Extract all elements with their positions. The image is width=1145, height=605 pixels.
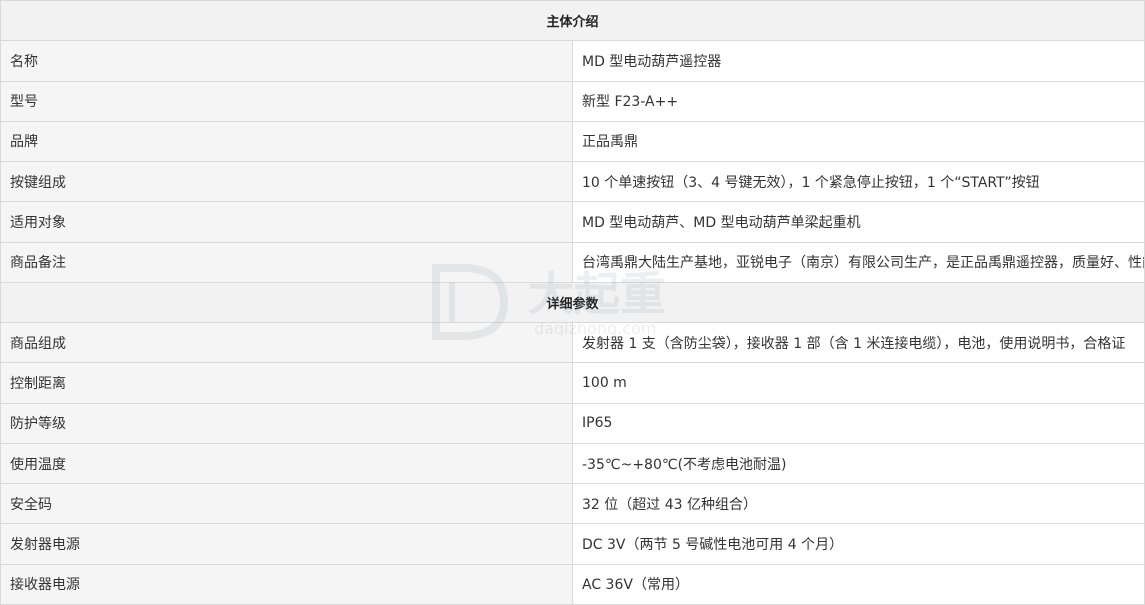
row-value: MD 型电动葫芦、MD 型电动葫芦单梁起重机 <box>572 201 1145 243</box>
table-row: 防护等级 IP65 <box>0 402 1145 444</box>
table-row: 发射器电源 DC 3V（两节 5 号碱性电池可用 4 个月） <box>0 523 1145 565</box>
row-value: 台湾禹鼎大陆生产基地，亚锐电子（南京）有限公司生产，是正品禹鼎遥控器，质量好、性… <box>572 241 1145 283</box>
spec-sheet: 主体介绍 名称 MD 型电动葫芦遥控器 型号 新型 F23-A++ 品牌 正品禹… <box>0 0 1145 605</box>
section-header-params: 详细参数 <box>0 281 1145 324</box>
spec-table: 主体介绍 名称 MD 型电动葫芦遥控器 型号 新型 F23-A++ 品牌 正品禹… <box>0 0 1145 605</box>
row-value: 新型 F23-A++ <box>572 80 1145 122</box>
row-label: 适用对象 <box>0 201 573 243</box>
table-row: 品牌 正品禹鼎 <box>0 120 1145 163</box>
row-value: IP65 <box>572 402 1145 444</box>
row-value: MD 型电动葫芦遥控器 <box>572 40 1145 82</box>
table-row: 商品备注 台湾禹鼎大陆生产基地，亚锐电子（南京）有限公司生产，是正品禹鼎遥控器，… <box>0 241 1145 283</box>
row-label: 商品组成 <box>0 322 573 364</box>
row-label: 使用温度 <box>0 442 573 485</box>
table-row: 商品组成 发射器 1 支（含防尘袋），接收器 1 部（含 1 米连接电缆），电池… <box>0 322 1145 364</box>
row-label: 安全码 <box>0 483 573 525</box>
row-value: 32 位（超过 43 亿种组合） <box>572 483 1145 525</box>
row-value: DC 3V（两节 5 号碱性电池可用 4 个月） <box>572 523 1145 565</box>
row-value: AC 36V（常用） <box>572 563 1145 605</box>
row-value: 10 个单速按钮（3、4 号键无效），1 个紧急停止按钮，1 个“START”按… <box>572 161 1145 203</box>
row-label: 按键组成 <box>0 161 573 203</box>
table-row: 按键组成 10 个单速按钮（3、4 号键无效），1 个紧急停止按钮，1 个“ST… <box>0 161 1145 203</box>
row-value: -35℃~+80℃(不考虑电池耐温) <box>572 442 1145 485</box>
row-label: 品牌 <box>0 120 573 163</box>
row-label: 商品备注 <box>0 241 573 283</box>
row-value: 发射器 1 支（含防尘袋），接收器 1 部（含 1 米连接电缆），电池，使用说明… <box>572 322 1145 364</box>
table-row: 安全码 32 位（超过 43 亿种组合） <box>0 483 1145 525</box>
row-value: 正品禹鼎 <box>572 120 1145 163</box>
section-title: 主体介绍 <box>0 0 1145 42</box>
table-row: 名称 MD 型电动葫芦遥控器 <box>0 40 1145 82</box>
section-header-main: 主体介绍 <box>0 0 1145 42</box>
row-label: 发射器电源 <box>0 523 573 565</box>
section-title: 详细参数 <box>0 281 1145 324</box>
row-label: 名称 <box>0 40 573 82</box>
row-value: 100 m <box>572 362 1145 404</box>
table-row: 型号 新型 F23-A++ <box>0 80 1145 122</box>
row-label: 防护等级 <box>0 402 573 444</box>
table-row: 使用温度 -35℃~+80℃(不考虑电池耐温) <box>0 442 1145 485</box>
table-row: 接收器电源 AC 36V（常用） <box>0 563 1145 605</box>
row-label: 型号 <box>0 80 573 122</box>
table-row: 适用对象 MD 型电动葫芦、MD 型电动葫芦单梁起重机 <box>0 201 1145 243</box>
row-label: 接收器电源 <box>0 563 573 605</box>
row-label: 控制距离 <box>0 362 573 404</box>
table-row: 控制距离 100 m <box>0 362 1145 404</box>
